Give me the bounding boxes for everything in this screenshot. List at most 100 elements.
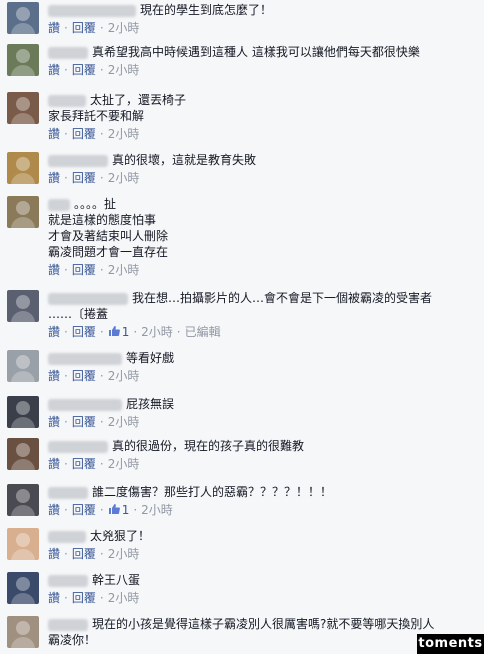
timestamp[interactable]: 2小時 [108,127,140,141]
comment-line-text: ……〔捲蓋 [48,307,109,321]
timestamp[interactable]: 2小時 [108,21,140,35]
comment-actions: 讚 · 回覆 · 2小時 [48,20,478,36]
comment-line-text: 真的很壞，這就是教育失敗 [112,153,257,167]
avatar[interactable] [7,528,39,560]
reply-link[interactable]: 回覆 [72,457,96,471]
reply-link[interactable]: 回覆 [72,503,96,517]
reply-link[interactable]: 回覆 [72,63,96,77]
like-link[interactable]: 讚 [48,369,60,383]
timestamp[interactable]: 2小時 [108,171,140,185]
comment-line-text: 我在想…拍攝影片的人…會不會是下一個被霸凌的受害者 [132,291,433,305]
comment-line-text: 就是這樣的態度怕事 [48,213,157,227]
comment-text: 太兇狠了！ [48,528,478,544]
reply-link[interactable]: 回覆 [72,591,96,605]
author-name-blurred[interactable] [48,398,122,411]
separator-dot: · [99,127,104,141]
like-link[interactable]: 讚 [48,325,60,339]
timestamp[interactable]: 2小時 [108,63,140,77]
avatar[interactable] [7,152,39,184]
like-link[interactable]: 讚 [48,415,60,429]
timestamp[interactable]: 2小時 [108,547,140,561]
comment-actions: 讚 · 回覆 · 1 · 2小時 · 已編輯 [48,324,478,340]
separator-dot: · [64,263,68,277]
edited-label[interactable]: 已編輯 [185,325,221,339]
avatar[interactable] [7,396,39,428]
author-name-blurred[interactable] [48,486,88,499]
separator-dot: · [99,591,104,605]
author-name-blurred[interactable] [48,574,88,587]
reply-link[interactable]: 回覆 [72,21,96,35]
timestamp[interactable]: 2小時 [108,369,140,383]
comment-body: 真希望我高中時候遇到這種人 這樣我可以讓他們每天都很快樂讚 · 回覆 · 2小時 [48,44,478,78]
reply-link[interactable]: 回覆 [72,547,96,561]
comment-text: 等看好戲 [48,350,478,366]
timestamp[interactable]: 2小時 [108,263,140,277]
like-link[interactable]: 讚 [48,63,60,77]
avatar[interactable] [7,616,39,648]
avatar[interactable] [7,92,39,124]
comment-feed: 現在的學生到底怎麼了！讚 · 回覆 · 2小時 真希望我高中時候遇到這種人 這樣我可以讓他… [0,0,484,654]
thumbs-up-icon[interactable] [108,503,120,515]
avatar[interactable] [7,350,39,382]
avatar[interactable] [7,44,39,76]
author-name-blurred[interactable] [48,292,128,305]
author-name-blurred[interactable] [48,94,86,107]
reply-link[interactable]: 回覆 [72,263,96,277]
reply-link[interactable]: 回覆 [72,127,96,141]
avatar[interactable] [7,196,39,228]
like-link[interactable]: 讚 [48,591,60,605]
reply-link[interactable]: 回覆 [72,171,96,185]
author-name-blurred[interactable] [48,618,88,631]
comment-text: 真希望我高中時候遇到這種人 這樣我可以讓他們每天都很快樂 [48,44,478,60]
like-link[interactable]: 讚 [48,263,60,277]
timestamp[interactable]: 2小時 [108,415,140,429]
comment-text: 真的很過份，現在的孩子真的很難教 [48,438,478,454]
comment-line: 才會及著結束叫人刪除 [48,228,478,244]
thumbs-up-icon[interactable] [108,325,120,337]
like-link[interactable]: 讚 [48,457,60,471]
comment-text: 幹王八蛋 [48,572,478,588]
separator-dot: · [99,63,104,77]
separator-dot: · [64,547,68,561]
like-link[interactable]: 讚 [48,21,60,35]
author-name-blurred[interactable] [48,46,88,59]
comment-actions: 讚 · 回覆 · 2小時 [48,262,478,278]
like-link[interactable]: 讚 [48,547,60,561]
separator-dot: · [64,21,68,35]
comment-text: 太扯了，還丟椅子 家長拜託不要和解 [48,92,478,124]
comment-line-text: 屁孩無誤 [126,397,175,411]
author-name-blurred[interactable] [48,198,70,211]
timestamp[interactable]: 2小時 [108,591,140,605]
author-name-blurred[interactable] [48,352,122,365]
avatar[interactable] [7,438,39,470]
comment-line: 我在想…拍攝影片的人…會不會是下一個被霸凌的受害者 [48,290,478,306]
like-count[interactable]: 1 [122,503,130,517]
site-watermark: toments [417,634,484,654]
separator-dot: · [64,369,68,383]
separator-dot: · [133,503,138,517]
avatar[interactable] [7,2,39,34]
timestamp[interactable]: 2小時 [141,325,173,339]
avatar[interactable] [7,572,39,604]
comment-line: ……〔捲蓋 [48,306,478,322]
like-link[interactable]: 讚 [48,171,60,185]
comment-body: 幹王八蛋讚 · 回覆 · 2小時 [48,572,478,606]
comment-body: 現在的學生到底怎麼了！讚 · 回覆 · 2小時 [48,2,478,36]
author-name-blurred[interactable] [48,440,108,453]
author-name-blurred[interactable] [48,154,108,167]
separator-dot: · [99,21,104,35]
separator-dot: · [64,591,68,605]
timestamp[interactable]: 2小時 [108,457,140,471]
reply-link[interactable]: 回覆 [72,369,96,383]
reply-link[interactable]: 回覆 [72,325,96,339]
like-link[interactable]: 讚 [48,127,60,141]
author-name-blurred[interactable] [48,4,136,17]
timestamp[interactable]: 2小時 [141,503,173,517]
avatar[interactable] [7,290,39,322]
comment-line: 幹王八蛋 [48,572,478,588]
reply-link[interactable]: 回覆 [72,415,96,429]
like-count[interactable]: 1 [122,325,130,339]
avatar[interactable] [7,484,39,516]
like-link[interactable]: 讚 [48,503,60,517]
author-name-blurred[interactable] [48,530,86,543]
